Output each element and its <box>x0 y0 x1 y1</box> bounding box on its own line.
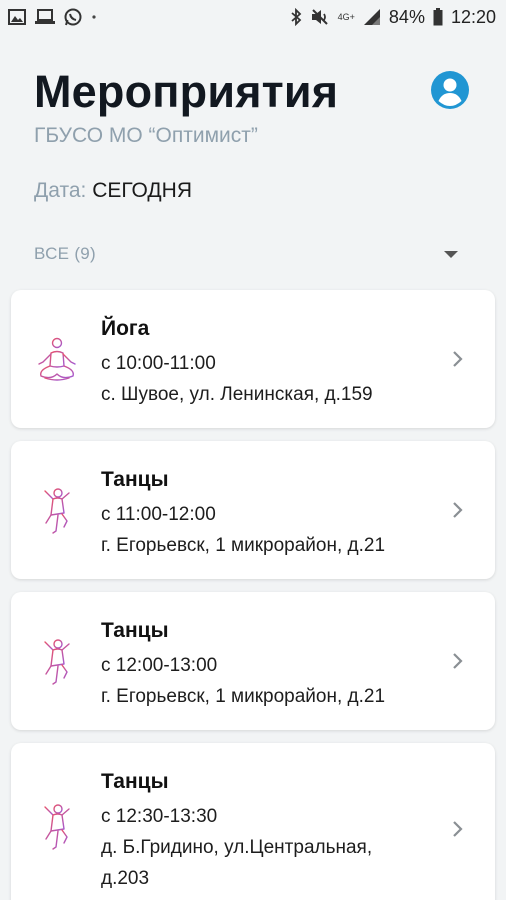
battery-icon <box>433 8 443 26</box>
laptop-notification-icon <box>34 9 56 25</box>
event-title: Танцы <box>101 468 169 491</box>
event-address-continued: д.203 <box>101 868 150 889</box>
network-type-label: 4G+ <box>337 11 355 22</box>
bluetooth-icon <box>290 8 302 26</box>
dance-icon <box>44 639 70 685</box>
event-title: Йога <box>101 317 150 340</box>
dance-icon <box>44 488 70 534</box>
event-details: Танцы с 12:00-13:00 г. Егорьевск, 1 микр… <box>101 616 435 712</box>
event-details: Йога с 10:00-11:00 с. Шувое, ул. Ленинск… <box>101 314 435 410</box>
account-circle-icon <box>431 71 469 109</box>
date-filter-value: СЕГОДНЯ <box>92 179 192 202</box>
mute-icon <box>310 8 330 26</box>
chevron-right-icon <box>453 821 463 837</box>
event-title: Танцы <box>101 770 169 793</box>
dance-icon <box>44 804 70 850</box>
status-bar-left <box>8 8 98 26</box>
event-address: д. Б.Гридино, ул.Центральная, <box>101 837 373 858</box>
date-filter-label: Дата: <box>34 179 87 202</box>
category-filter-dropdown[interactable]: ВСЕ (9) <box>34 242 464 266</box>
whatsapp-notification-icon <box>64 8 82 26</box>
event-time: с 12:30-13:30 <box>101 806 218 827</box>
event-details: Танцы с 12:30-13:30 д. Б.Гридино, ул.Цен… <box>101 767 435 894</box>
event-time: с 10:00-11:00 <box>101 353 216 374</box>
page-title: Мероприятия <box>34 66 339 117</box>
profile-button[interactable] <box>430 70 470 110</box>
chevron-right-icon <box>453 653 463 669</box>
more-notifications-dot-icon <box>90 13 98 21</box>
status-bar-right: 4G+ 84% 12:20 <box>290 7 496 28</box>
event-card[interactable]: Танцы с 12:30-13:30 д. Б.Гридино, ул.Цен… <box>11 743 495 900</box>
chevron-right-icon <box>453 502 463 518</box>
dropdown-arrow-icon <box>444 250 458 258</box>
gallery-notification-icon <box>8 9 26 25</box>
clock: 12:20 <box>450 6 496 27</box>
event-time: с 11:00-12:00 <box>101 504 216 525</box>
event-card[interactable]: Йога с 10:00-11:00 с. Шувое, ул. Ленинск… <box>11 290 495 428</box>
signal-icon <box>363 8 381 26</box>
event-title: Танцы <box>101 619 169 642</box>
event-address: г. Егорьевск, 1 микрорайон, д.21 <box>101 686 386 707</box>
battery-percent: 84% <box>388 6 425 27</box>
event-address: с. Шувое, ул. Ленинская, д.159 <box>101 384 373 405</box>
event-details: Танцы с 11:00-12:00 г. Егорьевск, 1 микр… <box>101 465 435 561</box>
date-filter[interactable]: Дата: СЕГОДНЯ <box>34 179 192 203</box>
chevron-right-icon <box>453 351 463 367</box>
status-bar: 4G+ 84% 12:20 <box>0 0 506 34</box>
category-filter-label: ВСЕ (9) <box>34 244 96 263</box>
event-address: г. Егорьевск, 1 микрорайон, д.21 <box>101 535 386 556</box>
event-card[interactable]: Танцы с 11:00-12:00 г. Егорьевск, 1 микр… <box>11 441 495 579</box>
organization-subtitle: ГБУСО МО “Оптимист” <box>34 124 258 147</box>
event-card[interactable]: Танцы с 12:00-13:00 г. Егорьевск, 1 микр… <box>11 592 495 730</box>
yoga-icon <box>38 337 76 381</box>
event-time: с 12:00-13:00 <box>101 655 218 676</box>
